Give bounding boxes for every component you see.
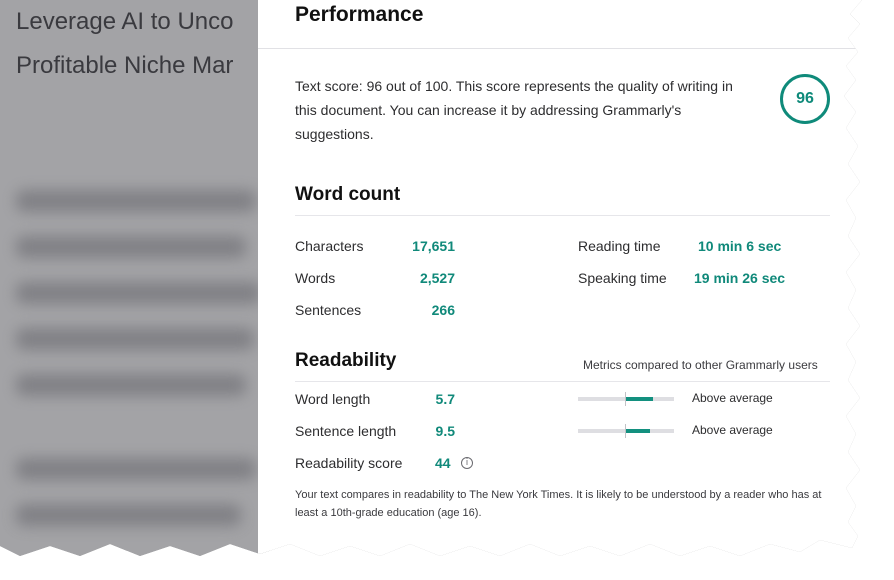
reading-time-label: Reading time xyxy=(578,238,661,254)
blurred-text-line xyxy=(16,458,256,480)
document-title-line-1: Leverage AI to Unco xyxy=(16,8,234,35)
sentence-length-bar-fill xyxy=(626,429,650,433)
readability-score-value: 44 xyxy=(435,455,451,471)
readability-heading: Readability xyxy=(295,350,397,371)
score-ring: 96 xyxy=(780,74,830,124)
word-count-heading: Word count xyxy=(295,184,401,205)
blurred-text-line xyxy=(16,236,246,258)
word-length-label: Word length xyxy=(295,391,371,407)
speaking-time-value: 19 min 26 sec xyxy=(694,270,786,286)
blurred-text-line xyxy=(16,282,261,304)
performance-panel: Performance Text score: 96 out of 100. T… xyxy=(258,0,862,556)
sentence-length-value: 9.5 xyxy=(435,423,455,439)
score-description: Text score: 96 out of 100. This score re… xyxy=(295,78,733,142)
document-background: Leverage AI to Unco Profitable Niche Mar xyxy=(0,0,270,556)
blurred-text-line xyxy=(16,374,246,396)
word-count-divider xyxy=(295,215,830,216)
blurred-text-line xyxy=(16,190,256,212)
words-value: 2,527 xyxy=(419,270,455,286)
word-length-value: 5.7 xyxy=(435,391,455,407)
sentence-length-rating: Above average xyxy=(692,423,773,437)
readability-divider xyxy=(295,381,830,382)
words-label: Words xyxy=(295,270,336,286)
word-length-bar-fill xyxy=(626,397,653,401)
blurred-text-line xyxy=(16,504,241,526)
readability-compare-note: Metrics compared to other Grammarly user… xyxy=(583,358,818,372)
readability-footnote: Your text compares in readability to The… xyxy=(295,489,822,519)
score-value: 96 xyxy=(796,90,814,107)
document-title-line-2: Profitable Niche Mar xyxy=(16,52,234,79)
sentences-label: Sentences xyxy=(295,302,362,318)
speaking-time-label: Speaking time xyxy=(578,270,667,286)
screenshot-frame: Leverage AI to Unco Profitable Niche Mar… xyxy=(0,0,862,556)
word-length-bar xyxy=(578,392,674,406)
panel-title: Performance xyxy=(295,3,424,26)
sentences-value: 266 xyxy=(431,302,455,318)
info-icon[interactable]: i xyxy=(461,457,473,469)
characters-label: Characters xyxy=(295,238,364,254)
word-length-rating: Above average xyxy=(692,391,773,405)
characters-value: 17,651 xyxy=(412,238,455,254)
blurred-text-line xyxy=(16,328,254,350)
readability-score-label: Readability score xyxy=(295,455,403,471)
title-divider xyxy=(258,48,862,49)
reading-time-value: 10 min 6 sec xyxy=(698,238,782,254)
sentence-length-bar xyxy=(578,424,674,438)
